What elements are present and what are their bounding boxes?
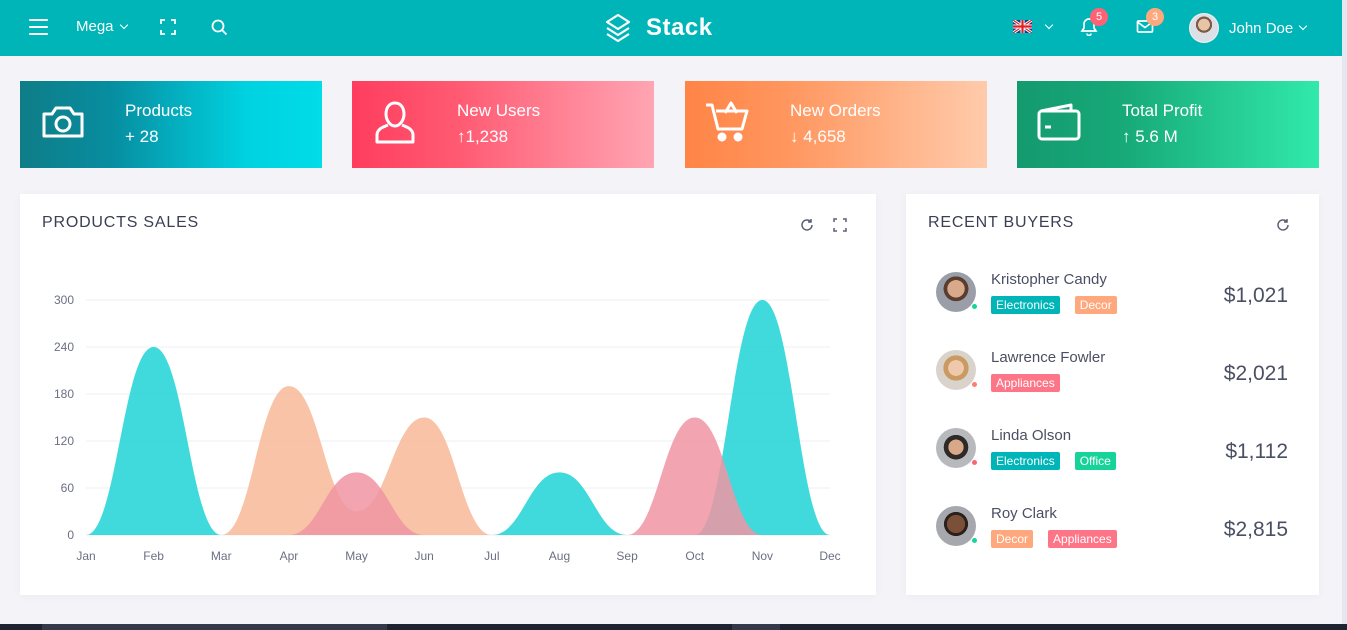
buyer-amount: $2,815 [1223,518,1288,541]
buyer-name: Kristopher Candy [991,271,1107,288]
top-navbar: Mega Stack 5 3 John Doe [0,0,1342,56]
status-dot [971,459,978,466]
tag-badge: Appliances [991,374,1060,392]
stat-value: ↑ 5.6 M [1122,127,1178,146]
buyer-amount: $1,112 [1225,440,1288,463]
stack-logo-icon [605,13,631,43]
status-dot [971,537,978,544]
reload-icon[interactable] [1276,218,1290,237]
list-item[interactable]: Roy Clark Decor Appliances $2,815 [936,505,1296,566]
recent-buyers-panel: RECENT BUYERS Kristopher Candy Electroni… [906,194,1319,595]
avatar [936,428,976,468]
wallet-icon [1037,99,1083,150]
x-tick-label: May [345,549,368,563]
window-scrollbar-track[interactable] [1342,0,1347,630]
chevron-down-icon [1298,21,1308,31]
menu-toggle-icon[interactable] [28,19,48,35]
stat-value: ↑1,238 [457,127,509,146]
x-tick-label: Oct [685,549,704,563]
x-tick-label: Mar [211,549,232,563]
user-name: John Doe [1229,19,1294,37]
brand-name: Stack [646,14,713,41]
panel-title: RECENT BUYERS [928,214,1075,231]
avatar [936,350,976,390]
tag-badge: Appliances [1048,530,1117,548]
search-icon[interactable] [211,19,228,36]
notifications-button[interactable]: 5 [1080,8,1108,36]
stat-card-products: Products + 28 [20,81,322,168]
x-tick-label: Jul [484,549,499,563]
list-item[interactable]: Lawrence Fowler Appliances $2,021 [936,349,1296,410]
x-tick-label: Sep [616,549,638,563]
stat-label: Total Profit [1122,101,1203,120]
camera-icon [40,99,86,150]
stat-value: + 28 [125,127,159,146]
user-icon [372,99,418,152]
cart-icon [705,99,751,150]
tag-badge: Electronics [991,452,1060,470]
buyer-amount: $1,021 [1223,284,1288,307]
stat-card-total-profit: Total Profit ↑ 5.6 M [1017,81,1319,168]
y-tick-label: 240 [54,340,74,354]
buyer-amount: $2,021 [1223,362,1288,385]
user-menu[interactable]: John Doe [1189,13,1308,43]
tag-badge: Decor [991,530,1034,548]
buyer-name: Linda Olson [991,427,1072,444]
x-tick-label: Jun [415,549,434,563]
x-tick-label: Dec [819,549,840,563]
stat-label: Products [125,101,193,120]
stat-card-new-users: New Users ↑1,238 [352,81,654,168]
stat-card-new-orders: New Orders ↓ 4,658 [685,81,987,168]
tag-badge: Electronics [991,296,1060,314]
x-tick-label: Jan [76,549,95,563]
avatar [1189,13,1219,43]
buyer-name: Lawrence Fowler [991,349,1106,366]
avatar [936,506,976,546]
x-tick-label: Nov [752,549,773,563]
taskbar-segment [732,624,780,630]
tag-badge: Decor [1074,296,1117,314]
chevron-down-icon [1044,20,1054,29]
messages-badge: 3 [1146,8,1164,26]
list-item[interactable]: Kristopher Candy Electronics Decor $1,02… [936,271,1296,332]
y-tick-label: 60 [61,481,75,495]
stat-value: ↓ 4,658 [790,127,846,146]
messages-button[interactable]: 3 [1136,8,1164,35]
status-dot [971,381,978,388]
y-tick-label: 300 [54,293,74,307]
brand-logo[interactable]: Stack [604,13,713,43]
mega-menu-button[interactable]: Mega [76,18,128,35]
y-tick-label: 180 [54,387,74,401]
stat-label: New Users [457,101,541,120]
language-selector[interactable] [1013,20,1054,33]
products-sales-chart: 0 60 120 180 240 300 Jan Feb Mar Apr May Jun Jul Aug S… [54,293,841,563]
stat-label: New Orders [790,101,881,120]
taskbar-segment [42,624,387,630]
y-tick-label: 0 [67,528,74,542]
tag-badge: Office [1074,452,1116,470]
products-sales-panel: PRODUCTS SALES 0 60 120 180 240 300 Jan Feb Mar A… [20,194,876,595]
y-tick-label: 120 [54,434,74,448]
uk-flag-icon [1013,20,1032,33]
status-dot [971,303,978,310]
mega-menu-label: Mega [76,18,114,35]
buyer-name: Roy Clark [991,505,1057,522]
list-item[interactable]: Linda Olson Electronics Office $1,112 [936,427,1296,488]
avatar [936,272,976,312]
x-tick-label: Feb [143,549,164,563]
fullscreen-icon[interactable] [160,19,176,35]
taskbar-strip [0,624,1347,630]
chevron-down-icon [119,20,128,29]
x-tick-label: Aug [549,549,570,563]
x-tick-label: Apr [280,549,299,563]
notifications-badge: 5 [1090,8,1108,26]
